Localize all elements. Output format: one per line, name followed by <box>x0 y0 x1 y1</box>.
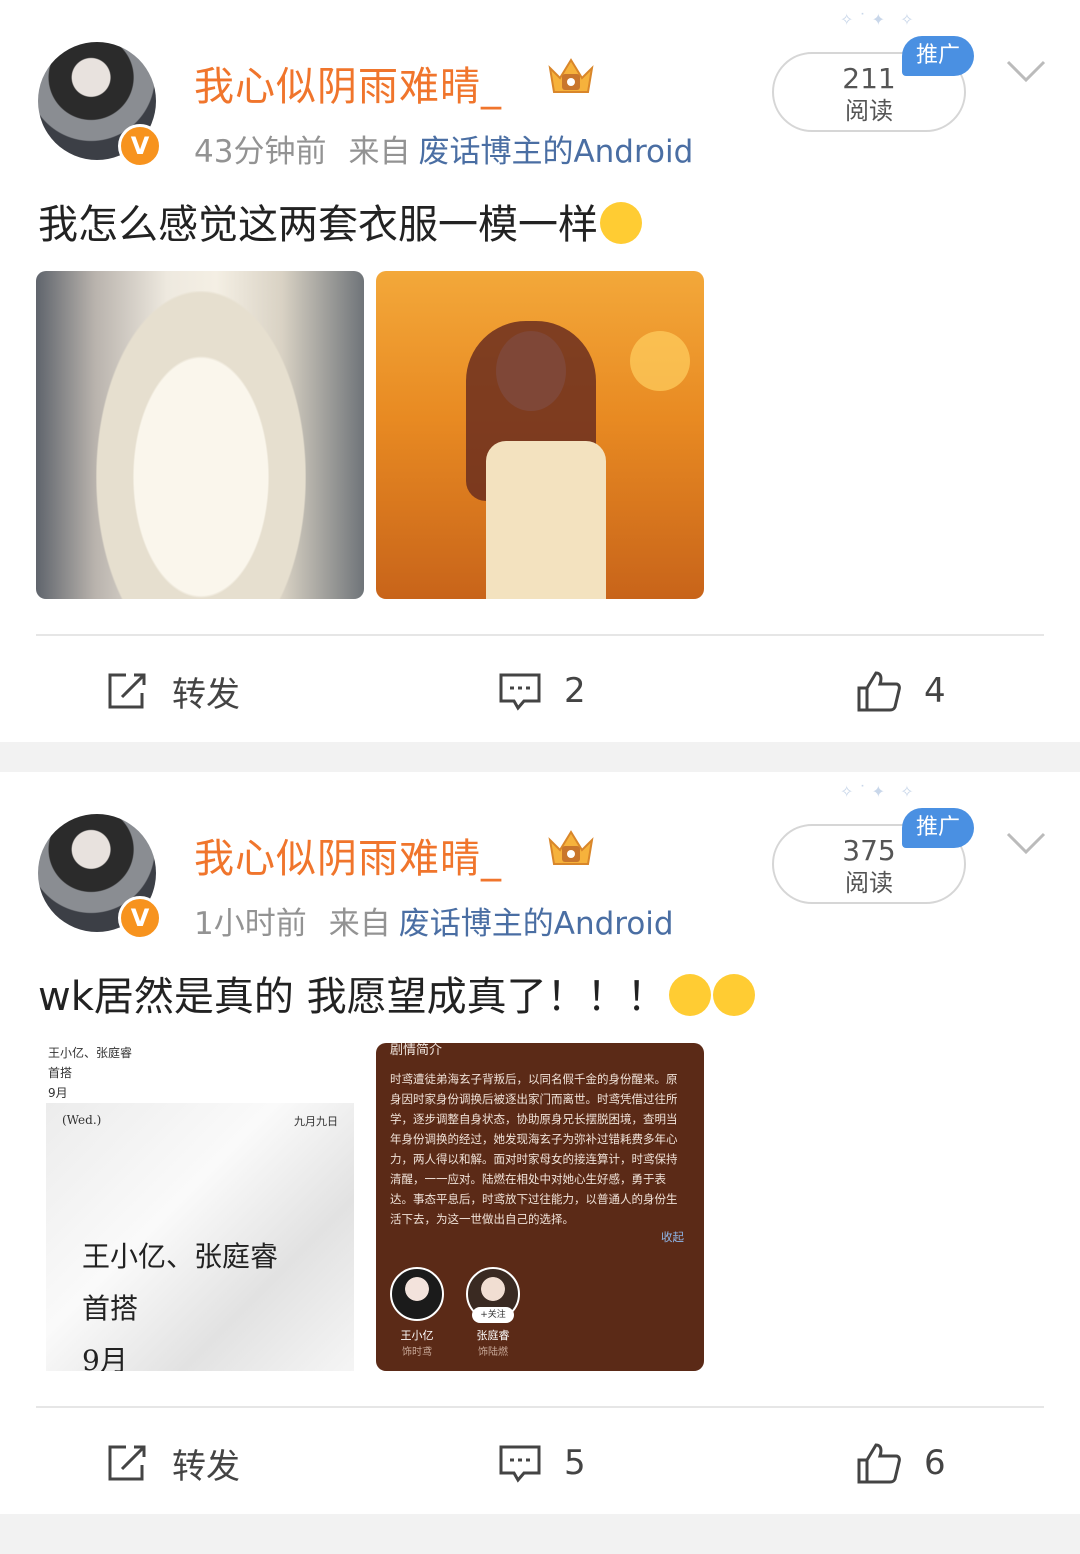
repost-button[interactable]: 转发 <box>106 660 240 722</box>
post-text: 我怎么感觉这两套衣服一模一样 <box>38 192 642 250</box>
thumbs-up-icon <box>857 671 901 712</box>
action-bar: 转发 5 6 <box>0 1432 1080 1494</box>
follow-button[interactable]: +关注 <box>472 1307 514 1323</box>
divider <box>36 634 1044 636</box>
chevron-down-icon[interactable] <box>1006 828 1046 858</box>
read-label: 阅读 <box>845 869 893 897</box>
comment-button[interactable]: 5 <box>498 1432 586 1494</box>
repost-icon <box>108 673 146 709</box>
card-big-month: 9月 <box>82 1344 128 1371</box>
cast-member-1[interactable]: 王小亿 饰时鸢 <box>390 1267 444 1358</box>
card-date: 九月九日 <box>294 1115 338 1128</box>
cast-name: 张庭睿 <box>476 1329 510 1342</box>
cast-role: 饰陆燃 <box>478 1347 508 1358</box>
cast-member-2[interactable]: +关注 张庭睿 饰陆燃 <box>466 1267 520 1358</box>
comment-icon <box>499 673 541 711</box>
synopsis-body: 时鸢遭徒弟海玄子背叛后，以同名假千金的身份醒来。原身因时家身份调换后被逐出家门而… <box>390 1072 678 1226</box>
verified-badge-icon: V <box>118 124 162 168</box>
thumbs-up-icon <box>857 1443 901 1484</box>
repost-label: 转发 <box>172 1446 240 1487</box>
repost-label: 转发 <box>172 674 240 715</box>
post-image-synopsis[interactable]: 剧情简介 时鸢遭徒弟海玄子背叛后，以同名假千金的身份醒来。原身因时家身份调换后被… <box>376 1043 704 1371</box>
post-time: 43分钟前 <box>194 134 327 170</box>
promote-badge[interactable]: 推广 <box>902 808 974 848</box>
heart-eyes-emoji-icon <box>668 974 711 1016</box>
card-small-title: 王小亿、张庭睿 <box>48 1046 133 1060</box>
promote-badge[interactable]: 推广 <box>902 36 974 76</box>
post-meta: 43分钟前 来自 废话博主的Android <box>194 126 715 171</box>
like-count: 6 <box>924 1443 946 1483</box>
card-small-month: 9月 <box>48 1086 68 1100</box>
comment-button[interactable]: 2 <box>498 660 586 722</box>
post-meta: 1小时前 来自 废话博主的Android <box>194 898 696 943</box>
from-label: 来自 <box>328 906 391 942</box>
crown-badge-icon <box>548 58 594 93</box>
username[interactable]: 我心似阴雨难晴_ <box>194 54 502 112</box>
action-bar: 转发 2 4 <box>0 660 1080 722</box>
comment-count: 2 <box>564 671 586 711</box>
thinking-emoji-icon <box>600 202 642 244</box>
verified-badge-icon: V <box>118 896 162 940</box>
weibo-post-1: ✧ ˙ ✦ ✧ V 我心似阴雨难晴_ 43分钟前 来自 废话博主的Android 2… <box>0 0 1080 742</box>
repost-icon <box>108 1445 146 1481</box>
cast-role: 饰时鸢 <box>402 1347 432 1358</box>
post-text: wk居然是真的 我愿望成真了！！！ <box>38 964 755 1022</box>
heart-eyes-emoji-icon <box>712 974 755 1016</box>
card-big-sub: 首搭 <box>82 1292 139 1325</box>
cast-name: 王小亿 <box>400 1329 434 1342</box>
divider <box>36 1406 1044 1408</box>
cast-avatar <box>390 1267 444 1321</box>
card-small-sub: 首搭 <box>48 1066 73 1080</box>
post-time: 1小时前 <box>194 906 307 942</box>
repost-button[interactable]: 转发 <box>106 1432 240 1494</box>
card-big-title: 王小亿、张庭睿 <box>82 1240 279 1273</box>
synopsis-collapse-link[interactable]: 收起 <box>661 1229 684 1245</box>
like-count: 4 <box>924 671 946 711</box>
username[interactable]: 我心似阴雨难晴_ <box>194 826 502 884</box>
crown-badge-icon <box>548 830 594 865</box>
post-image-dress[interactable] <box>36 271 364 599</box>
post-source[interactable]: 废话博主的Android <box>418 134 693 170</box>
weibo-post-2: ✧ ˙ ✦ ✧ V 我心似阴雨难晴_ 1小时前 来自 废话博主的Android 37… <box>0 772 1080 1514</box>
comment-count: 5 <box>564 1443 586 1483</box>
post-image-announcement[interactable]: 王小亿、张庭睿 首搭 9月 (Wed.) 九月九日 王小亿、张庭睿 首搭 9月 <box>36 1043 364 1371</box>
card-weekday: (Wed.) <box>62 1113 102 1127</box>
chevron-down-icon[interactable] <box>1006 56 1046 86</box>
post-image-singer[interactable] <box>376 271 704 599</box>
post-source[interactable]: 废话博主的Android <box>399 906 674 942</box>
synopsis-heading: 剧情简介 <box>390 1043 443 1058</box>
like-button[interactable]: 4 <box>856 660 946 722</box>
post-text-content: wk居然是真的 我愿望成真了！！！ <box>38 974 667 1020</box>
from-label: 来自 <box>348 134 411 170</box>
comment-icon <box>499 1445 541 1483</box>
post-text-content: 我怎么感觉这两套衣服一模一样 <box>38 202 598 248</box>
cast-avatar: +关注 <box>466 1267 520 1323</box>
read-label: 阅读 <box>845 97 893 125</box>
like-button[interactable]: 6 <box>856 1432 946 1494</box>
